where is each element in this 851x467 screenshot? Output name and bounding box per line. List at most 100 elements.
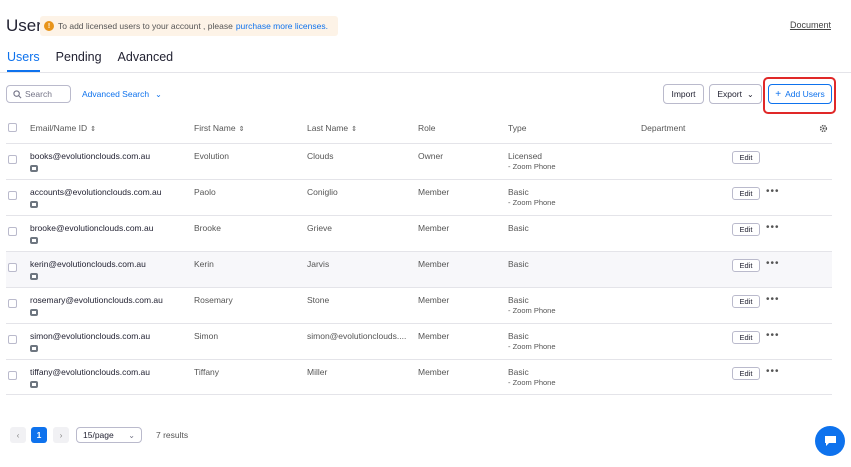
row-checkbox[interactable] [8,299,17,308]
row-first-name: Tiffany [194,367,220,377]
device-icon [30,165,38,172]
edit-button[interactable]: Edit [732,151,760,164]
license-notice: ! To add licensed users to your account … [40,16,338,36]
column-department: Department [641,123,686,133]
row-first-name: Evolution [194,151,229,161]
page-size-select[interactable]: 15/page ⌄ [76,427,142,443]
document-link[interactable]: Document [790,20,831,30]
plus-icon: + [775,88,782,100]
row-first-name: Paolo [194,187,216,197]
import-button[interactable]: Import [663,84,704,104]
row-last-name: Stone [307,295,330,305]
row-first-name: Kerin [194,259,214,269]
results-count: 7 results [156,430,189,440]
select-all-checkbox[interactable] [8,123,17,132]
chevron-down-icon: ⌄ [746,89,754,99]
column-type: Type [508,123,527,133]
column-last-name[interactable]: Last Name ⇕ [307,123,357,133]
chevron-right-icon: › [59,430,63,440]
row-email[interactable]: kerin@evolutionclouds.com.au [30,259,146,269]
column-first-name[interactable]: First Name ⇕ [194,123,244,133]
edit-button[interactable]: Edit [732,223,760,236]
gear-icon[interactable] [819,124,828,133]
warning-icon: ! [44,21,54,31]
row-checkbox[interactable] [8,227,17,236]
tab-divider [0,72,851,73]
tab-pending[interactable]: Pending [56,50,102,72]
advanced-search-toggle[interactable]: Advanced Search ⌄ [82,89,162,99]
more-options-icon[interactable]: ••• [766,330,780,341]
row-type-addon: - Zoom Phone [508,342,556,351]
table-row: brooke@evolutionclouds.com.au Brooke Griev… [6,215,832,251]
next-page-button[interactable]: › [53,427,69,443]
table-row: kerin@evolutionclouds.com.au Kerin Jarvis M… [6,251,832,287]
row-role: Member [418,223,450,233]
row-email[interactable]: brooke@evolutionclouds.com.au [30,223,153,233]
search-placeholder: Search [25,89,52,99]
row-last-name: simon@evolutionclouds.... [307,331,407,341]
row-type-addon: - Zoom Phone [508,162,556,171]
row-first-name: Simon [194,331,219,341]
edit-button[interactable]: Edit [732,367,760,380]
purchase-licenses-link[interactable]: purchase more licenses. [236,21,328,31]
row-checkbox[interactable] [8,263,17,272]
table-header: Email/Name ID ⇕ First Name ⇕ Last Name ⇕ Ro… [0,118,851,138]
row-role: Member [418,259,450,269]
edit-button[interactable]: Edit [732,295,760,308]
more-options-icon[interactable]: ••• [766,258,780,269]
more-options-icon[interactable]: ••• [766,294,780,305]
chevron-down-icon: ⌄ [155,89,162,99]
table-row: simon@evolutionclouds.com.au Simon simon@e… [6,323,832,359]
tab-advanced[interactable]: Advanced [118,50,174,72]
add-users-button[interactable]: + Add Users [768,84,832,104]
row-type: Basic [508,331,529,341]
row-type-addon: - Zoom Phone [508,378,556,387]
export-button[interactable]: Export ⌄ [709,84,762,104]
device-icon [30,381,38,388]
row-last-name: Grieve [307,223,333,233]
row-email[interactable]: accounts@evolutionclouds.com.au [30,187,161,197]
advanced-search-label: Advanced Search [82,89,150,99]
row-email[interactable]: rosemary@evolutionclouds.com.au [30,295,163,305]
row-type: Basic [508,223,529,233]
column-first-name-label: First Name [194,123,236,133]
column-last-name-label: Last Name [307,123,349,133]
table-row: accounts@evolutionclouds.com.au Paolo Coni… [6,179,832,215]
row-checkbox[interactable] [8,191,17,200]
chat-button[interactable] [815,426,845,456]
more-options-icon[interactable]: ••• [766,222,780,233]
row-email[interactable]: simon@evolutionclouds.com.au [30,331,150,341]
row-last-name: Clouds [307,151,334,161]
row-email[interactable]: books@evolutionclouds.com.au [30,151,150,161]
sort-icon: ⇕ [238,126,245,133]
edit-button[interactable]: Edit [732,331,760,344]
row-checkbox[interactable] [8,371,17,380]
tab-users[interactable]: Users [7,50,40,72]
table-end-divider [6,394,832,395]
row-last-name: Coniglio [307,187,338,197]
chevron-left-icon: ‹ [16,430,20,440]
page-number-current[interactable]: 1 [31,427,47,443]
column-email[interactable]: Email/Name ID ⇕ [30,123,96,133]
row-role: Member [418,187,450,197]
row-checkbox[interactable] [8,155,17,164]
row-type: Basic [508,259,529,269]
chevron-down-icon: ⌄ [128,430,135,440]
table-row: books@evolutionclouds.com.au Evolution Clo… [6,143,832,179]
tab-bar: Users Pending Advanced [7,50,189,72]
row-type-addon: - Zoom Phone [508,198,556,207]
search-input[interactable]: Search [6,85,71,103]
device-icon [30,309,38,316]
column-role: Role [418,123,436,133]
row-email[interactable]: tiffany@evolutionclouds.com.au [30,367,150,377]
more-options-icon[interactable]: ••• [766,366,780,377]
table-row: rosemary@evolutionclouds.com.au Rosemary S… [6,287,832,323]
edit-button[interactable]: Edit [732,187,760,200]
edit-button[interactable]: Edit [732,259,760,272]
notice-text: To add licensed users to your account , … [58,21,233,31]
row-checkbox[interactable] [8,335,17,344]
row-role: Member [418,367,450,377]
device-icon [30,201,38,208]
more-options-icon[interactable]: ••• [766,186,780,197]
prev-page-button[interactable]: ‹ [10,427,26,443]
